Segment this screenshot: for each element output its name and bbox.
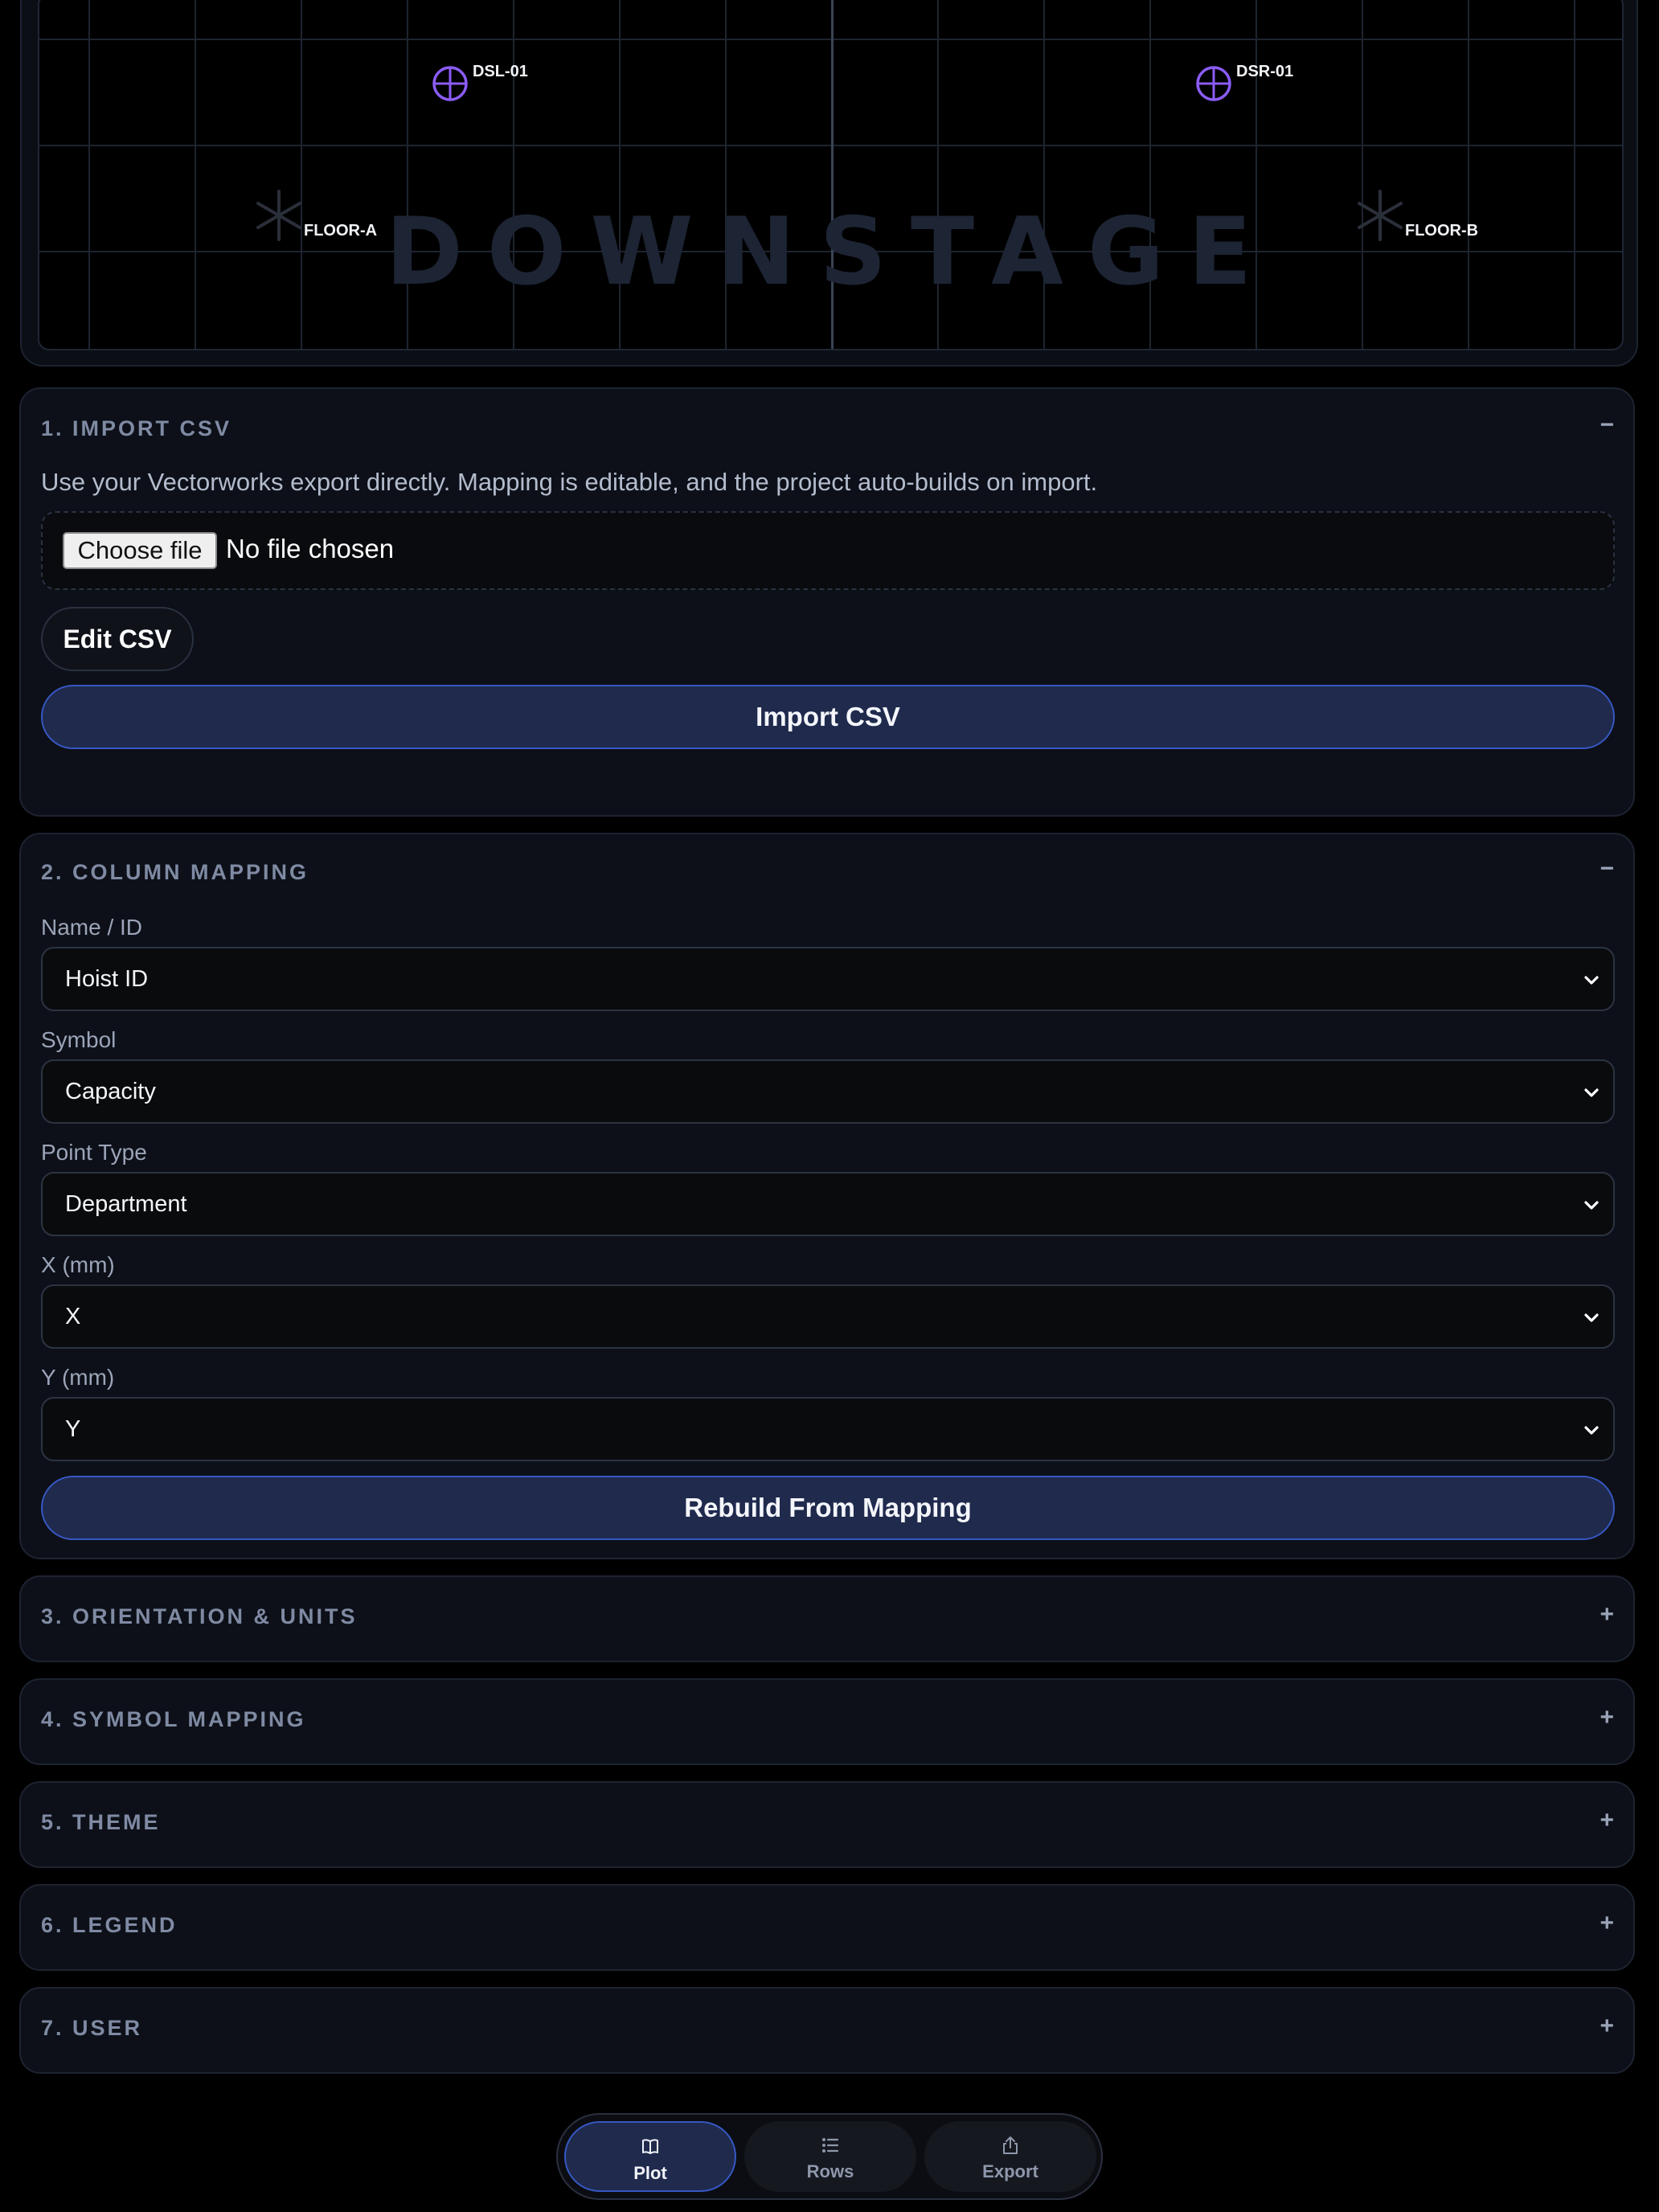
nav-label: Rows — [806, 2161, 854, 2181]
panel-title[interactable]: 7. USER — [41, 2016, 142, 2041]
select-value: Department — [65, 1191, 187, 1217]
tab-plot[interactable]: Plot — [564, 2121, 736, 2192]
hoist-marker-icon[interactable] — [1194, 64, 1233, 103]
panel-title[interactable]: 6. LEGEND — [41, 1913, 178, 1938]
marker-label: DSL-01 — [473, 63, 528, 80]
panel-title[interactable]: 4. SYMBOL MAPPING — [41, 1707, 306, 1732]
share-icon — [1003, 2136, 1018, 2154]
select-value: X — [65, 1304, 81, 1329]
expand-toggle[interactable]: + — [1600, 1910, 1614, 1937]
panel-title[interactable]: 1. IMPORT CSV — [41, 416, 231, 441]
nav-label: Plot — [633, 2163, 667, 2183]
theme-panel[interactable]: 5. THEME + — [19, 1781, 1635, 1868]
field-label: X (mm) — [41, 1252, 115, 1277]
symbol-mapping-panel[interactable]: 4. SYMBOL MAPPING + — [19, 1678, 1635, 1765]
chevron-down-icon — [1584, 976, 1599, 985]
panel-title[interactable]: 5. THEME — [41, 1810, 161, 1835]
book-icon — [642, 2139, 658, 2154]
field-label: Y (mm) — [41, 1365, 115, 1390]
column-mapping-panel: 2. COLUMN MAPPING − Name / ID Hoist ID S… — [19, 833, 1635, 1559]
chevron-down-icon — [1584, 1088, 1599, 1097]
expand-toggle[interactable]: + — [1600, 1601, 1614, 1628]
field-label: Name / ID — [41, 915, 143, 940]
select-value: Y — [65, 1416, 81, 1442]
collapse-toggle[interactable]: − — [1600, 412, 1614, 439]
expand-toggle[interactable]: + — [1600, 1704, 1614, 1731]
panel-title[interactable]: 3. ORIENTATION & UNITS — [41, 1604, 358, 1629]
collapse-toggle[interactable]: − — [1600, 855, 1614, 883]
chevron-down-icon — [1584, 1426, 1599, 1435]
select-value: Hoist ID — [65, 966, 149, 992]
user-panel[interactable]: 7. USER + — [19, 1987, 1635, 2074]
name-id-select[interactable]: Hoist ID — [41, 947, 1615, 1011]
field-label: Symbol — [41, 1027, 117, 1052]
x-mm-select[interactable]: X — [41, 1284, 1615, 1349]
marker-label: FLOOR-A — [304, 222, 378, 240]
y-mm-select[interactable]: Y — [41, 1397, 1615, 1461]
chevron-down-icon — [1584, 1201, 1599, 1210]
floor-point-icon[interactable] — [1351, 186, 1409, 244]
panel-title[interactable]: 2. COLUMN MAPPING — [41, 860, 309, 885]
floor-point-icon[interactable] — [250, 186, 308, 244]
import-hint: Use your Vectorworks export directly. Ma… — [41, 468, 1098, 496]
edit-csv-button[interactable]: Edit CSV — [41, 607, 194, 671]
tab-export[interactable]: Export — [924, 2121, 1096, 2192]
marker-label: DSR-01 — [1236, 63, 1294, 80]
select-value: Capacity — [65, 1079, 156, 1104]
bottom-nav: Plot Rows Export — [556, 2113, 1103, 2200]
expand-toggle[interactable]: + — [1600, 1807, 1614, 1834]
tab-rows[interactable]: Rows — [744, 2121, 916, 2192]
point-type-select[interactable]: Department — [41, 1172, 1615, 1236]
symbol-select[interactable]: Capacity — [41, 1059, 1615, 1124]
rebuild-from-mapping-button[interactable]: Rebuild From Mapping — [41, 1476, 1615, 1540]
import-csv-button[interactable]: Import CSV — [41, 685, 1615, 749]
hoist-marker-icon[interactable] — [431, 64, 469, 103]
plot-frame: DOWNSTAGE DSL-01 DSR-01 FLOOR-A FLOOR-B — [20, 0, 1638, 367]
import-csv-panel: 1. IMPORT CSV − Use your Vectorworks exp… — [19, 387, 1635, 817]
plot-canvas[interactable]: DOWNSTAGE DSL-01 DSR-01 FLOOR-A FLOOR-B — [38, 0, 1624, 350]
nav-label: Export — [982, 2161, 1038, 2181]
field-label: Point Type — [41, 1140, 147, 1165]
orientation-units-panel[interactable]: 3. ORIENTATION & UNITS + — [19, 1575, 1635, 1662]
list-icon — [822, 2138, 839, 2153]
file-status: No file chosen — [226, 534, 395, 563]
marker-label: FLOOR-B — [1405, 222, 1479, 240]
choose-file-button[interactable]: Choose file — [63, 532, 217, 569]
expand-toggle[interactable]: + — [1600, 2013, 1614, 2040]
legend-panel[interactable]: 6. LEGEND + — [19, 1884, 1635, 1971]
chevron-down-icon — [1584, 1313, 1599, 1322]
file-drop-zone[interactable]: Choose file No file chosen — [41, 511, 1615, 590]
